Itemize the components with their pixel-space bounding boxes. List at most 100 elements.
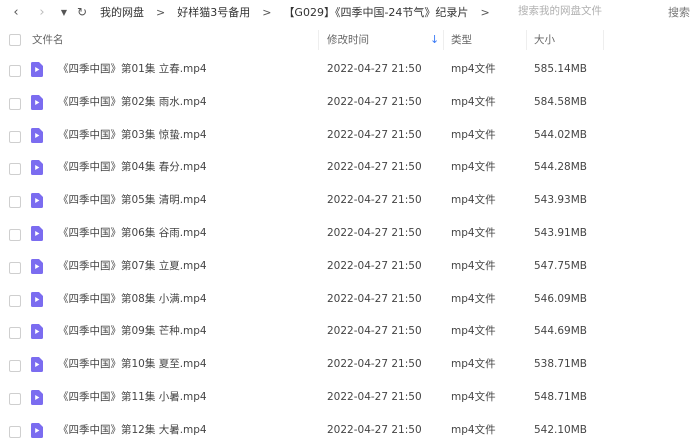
history-dropdown-icon[interactable]: ▼ — [56, 1, 72, 23]
column-divider[interactable] — [318, 30, 319, 50]
column-divider[interactable] — [526, 30, 527, 50]
file-name[interactable]: 《四季中国》第02集 雨水.mp4 — [58, 86, 207, 119]
file-type: mp4文件 — [451, 259, 496, 272]
file-size: 585.14MB — [534, 63, 588, 75]
file-row[interactable]: 《四季中国》第03集 惊蛰.mp4 2022-04-27 21:50 mp4文件… — [0, 119, 700, 152]
file-modified-time: 2022-04-27 21:50 — [327, 161, 422, 174]
video-file-icon — [31, 62, 43, 77]
search-box — [508, 2, 642, 20]
row-checkbox[interactable] — [9, 261, 21, 274]
video-file-icon — [31, 193, 43, 209]
file-name[interactable]: 《四季中国》第05集 清明.mp4 — [58, 184, 207, 217]
file-type: mp4文件 — [451, 325, 496, 338]
video-file-icon — [31, 127, 43, 143]
file-name[interactable]: 《四季中国》第07集 立夏.mp4 — [58, 250, 207, 283]
file-name[interactable]: 《四季中国》第04集 春分.mp4 — [58, 151, 207, 184]
breadcrumb-separator: > — [480, 5, 490, 19]
row-checkbox[interactable] — [9, 163, 21, 176]
file-size: 543.93MB — [534, 194, 588, 207]
column-divider[interactable] — [603, 30, 604, 50]
file-row[interactable]: 《四季中国》第07集 立夏.mp4 2022-04-27 21:50 mp4文件… — [0, 250, 700, 283]
sort-descending-icon[interactable]: ↓ — [430, 27, 439, 53]
file-type: mp4文件 — [451, 358, 496, 371]
file-size: 542.10MB — [534, 423, 588, 436]
file-name[interactable]: 《四季中国》第01集 立春.mp4 — [58, 53, 207, 86]
file-type: mp4文件 — [451, 194, 496, 207]
row-checkbox[interactable] — [9, 228, 21, 241]
breadcrumb-separator: > — [262, 5, 272, 19]
search-button[interactable]: 搜索 — [668, 4, 690, 20]
file-modified-time: 2022-04-27 21:50 — [327, 390, 422, 403]
video-file-icon — [31, 258, 43, 274]
file-modified-time: 2022-04-27 21:50 — [327, 128, 422, 141]
file-name[interactable]: 《四季中国》第06集 谷雨.mp4 — [58, 217, 207, 250]
file-type: mp4文件 — [451, 226, 496, 239]
video-file-icon — [31, 357, 43, 373]
column-divider[interactable] — [443, 30, 444, 50]
file-size: 584.58MB — [534, 95, 588, 108]
column-header-size[interactable]: 大小 — [534, 27, 555, 53]
file-type: mp4文件 — [451, 95, 496, 108]
file-name[interactable]: 《四季中国》第10集 夏至.mp4 — [58, 348, 207, 381]
breadcrumb-separator: > — [156, 5, 166, 19]
file-modified-time: 2022-04-27 21:50 — [327, 259, 422, 272]
file-list-header: 文件名 修改时间 ↓ 类型 大小 — [0, 27, 700, 53]
breadcrumb: 我的网盘 > 好样猫3号备用 > 【G029】《四季中国-24节气》纪录片 > — [100, 4, 502, 20]
back-arrow-icon[interactable]: ‹ — [8, 1, 24, 23]
row-checkbox[interactable] — [9, 392, 21, 405]
file-modified-time: 2022-04-27 21:50 — [327, 63, 422, 75]
toolbar: ‹ › ▼ ↻ 我的网盘 > 好样猫3号备用 > 【G029】《四季中国-24节… — [0, 0, 700, 24]
video-file-icon — [31, 291, 43, 307]
file-modified-time: 2022-04-27 21:50 — [327, 325, 422, 338]
file-size: 547.75MB — [534, 259, 588, 272]
file-row[interactable]: 《四季中国》第11集 小暑.mp4 2022-04-27 21:50 mp4文件… — [0, 381, 700, 414]
file-name[interactable]: 《四季中国》第09集 芒种.mp4 — [58, 315, 207, 348]
row-checkbox[interactable] — [9, 360, 21, 373]
file-modified-time: 2022-04-27 21:50 — [327, 226, 422, 239]
file-name[interactable]: 《四季中国》第08集 小满.mp4 — [58, 283, 207, 316]
video-file-icon — [31, 160, 43, 176]
file-type: mp4文件 — [451, 161, 496, 174]
row-checkbox[interactable] — [9, 196, 21, 209]
file-modified-time: 2022-04-27 21:50 — [327, 358, 422, 371]
breadcrumb-item-my-drive[interactable]: 我的网盘 — [100, 4, 144, 20]
file-row[interactable]: 《四季中国》第01集 立春.mp4 2022-04-27 21:50 mp4文件… — [0, 53, 700, 86]
file-row[interactable]: 《四季中国》第04集 春分.mp4 2022-04-27 21:50 mp4文件… — [0, 151, 700, 184]
file-modified-time: 2022-04-27 21:50 — [327, 423, 422, 436]
file-row[interactable]: 《四季中国》第02集 雨水.mp4 2022-04-27 21:50 mp4文件… — [0, 86, 700, 119]
breadcrumb-item-current-folder[interactable]: 【G029】《四季中国-24节气》纪录片 — [283, 4, 468, 20]
file-modified-time: 2022-04-27 21:50 — [327, 95, 422, 108]
file-type: mp4文件 — [451, 390, 496, 403]
file-row[interactable]: 《四季中国》第08集 小满.mp4 2022-04-27 21:50 mp4文件… — [0, 283, 700, 316]
file-size: 544.69MB — [534, 325, 588, 338]
file-name[interactable]: 《四季中国》第03集 惊蛰.mp4 — [58, 119, 207, 152]
file-name[interactable]: 《四季中国》第12集 大暑.mp4 — [58, 414, 207, 447]
row-checkbox[interactable] — [9, 294, 21, 307]
forward-arrow-icon[interactable]: › — [34, 1, 50, 23]
file-type: mp4文件 — [451, 292, 496, 305]
file-size: 538.71MB — [534, 358, 588, 371]
file-row[interactable]: 《四季中国》第12集 大暑.mp4 2022-04-27 21:50 mp4文件… — [0, 414, 700, 447]
file-row[interactable]: 《四季中国》第06集 谷雨.mp4 2022-04-27 21:50 mp4文件… — [0, 217, 700, 250]
file-type: mp4文件 — [451, 63, 496, 75]
breadcrumb-item-backup-folder[interactable]: 好样猫3号备用 — [177, 4, 250, 20]
file-row[interactable]: 《四季中国》第05集 清明.mp4 2022-04-27 21:50 mp4文件… — [0, 184, 700, 217]
file-size: 543.91MB — [534, 226, 588, 239]
video-file-icon — [31, 225, 43, 241]
search-input[interactable] — [508, 5, 642, 17]
file-name[interactable]: 《四季中国》第11集 小暑.mp4 — [58, 381, 207, 414]
select-all-checkbox[interactable] — [9, 34, 21, 46]
row-checkbox[interactable] — [9, 425, 21, 438]
column-header-type[interactable]: 类型 — [451, 27, 472, 53]
file-modified-time: 2022-04-27 21:50 — [327, 292, 422, 305]
video-file-icon — [31, 389, 43, 405]
file-row[interactable]: 《四季中国》第09集 芒种.mp4 2022-04-27 21:50 mp4文件… — [0, 315, 700, 348]
file-row[interactable]: 《四季中国》第10集 夏至.mp4 2022-04-27 21:50 mp4文件… — [0, 348, 700, 381]
row-checkbox[interactable] — [9, 97, 21, 110]
row-checkbox[interactable] — [9, 327, 21, 340]
column-header-modified[interactable]: 修改时间 — [327, 27, 369, 53]
row-checkbox[interactable] — [9, 65, 21, 77]
column-header-name[interactable]: 文件名 — [32, 27, 64, 53]
row-checkbox[interactable] — [9, 130, 21, 143]
refresh-icon[interactable]: ↻ — [74, 1, 90, 23]
